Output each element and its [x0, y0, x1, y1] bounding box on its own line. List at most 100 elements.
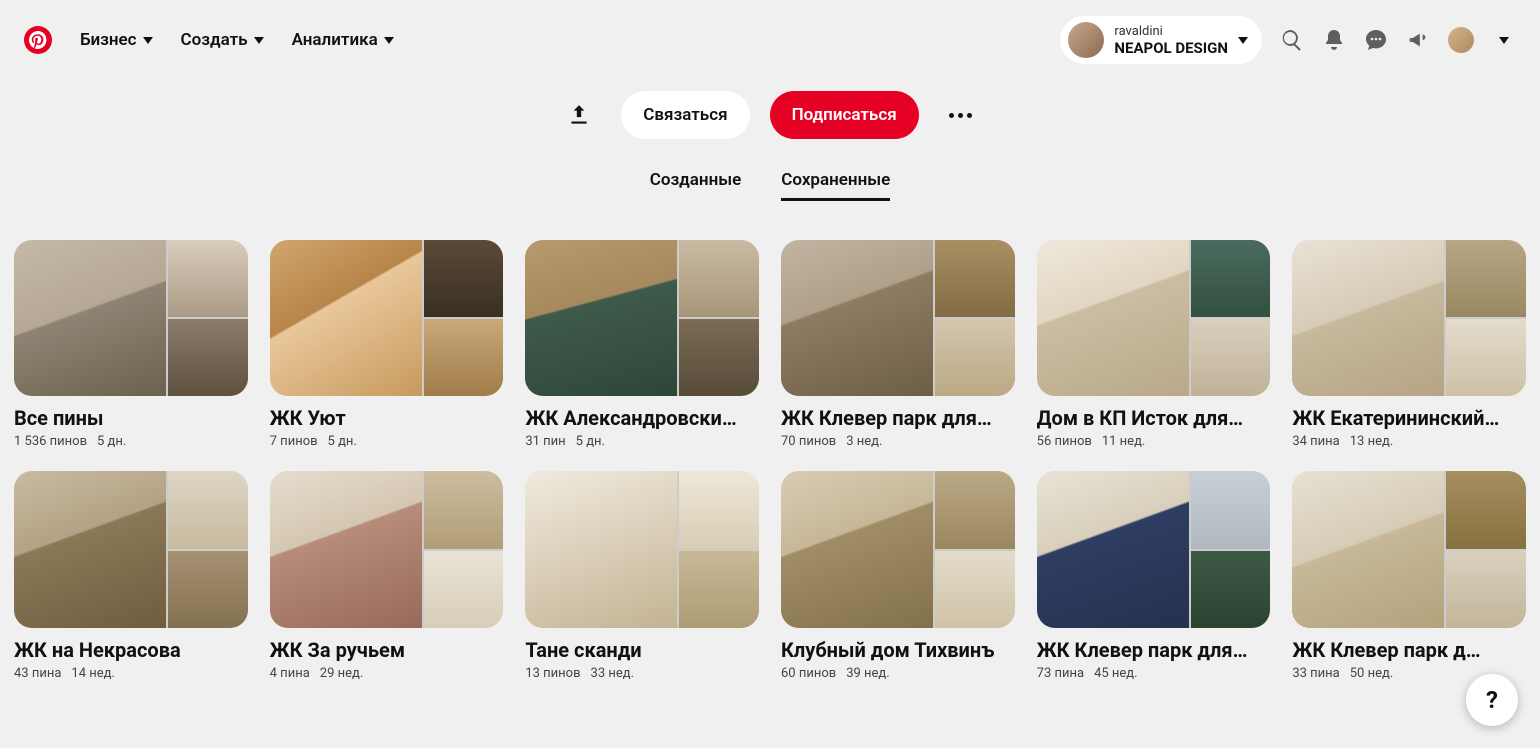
nav-create-label: Создать [181, 30, 248, 50]
board-thumbnail [781, 471, 1015, 627]
board-card[interactable]: ЖК Уют 7 пинов 5 дн. [270, 240, 504, 449]
help-button[interactable]: ? [1466, 674, 1518, 726]
nav-business-label: Бизнес [80, 30, 137, 50]
bell-icon[interactable] [1322, 28, 1346, 52]
board-thumbnail [781, 240, 1015, 396]
board-age: 5 дн. [576, 434, 605, 449]
chevron-down-icon [254, 37, 264, 44]
board-card[interactable]: ЖК За ручьем 4 пина 29 нед. [270, 471, 504, 680]
board-title: ЖК Клевер парк д… [1292, 638, 1526, 662]
board-pins: 73 пина [1037, 666, 1084, 681]
board-title: ЖК Уют [270, 406, 504, 430]
search-icon[interactable] [1280, 28, 1304, 52]
board-meta: 4 пина 29 нед. [270, 666, 504, 681]
profile-actions: Связаться Подписаться [0, 80, 1540, 150]
nav-create[interactable]: Создать [181, 30, 264, 50]
chevron-down-icon [1499, 37, 1509, 44]
board-title: Дом в КП Исток для… [1037, 406, 1271, 430]
board-meta: 31 пин 5 дн. [525, 434, 759, 449]
share-icon[interactable] [557, 93, 601, 137]
nav-analytics-label: Аналитика [292, 30, 378, 50]
board-title: Все пины [14, 406, 248, 430]
board-meta: 60 пинов 39 нед. [781, 666, 1015, 681]
board-pins: 70 пинов [781, 434, 836, 449]
account-avatar [1068, 22, 1104, 58]
tab-created[interactable]: Созданные [650, 170, 742, 198]
header-right: ravaldini NEAPOL DESIGN [1060, 16, 1516, 64]
board-card[interactable]: ЖК на Некрасова 43 пина 14 нед. [14, 471, 248, 680]
board-pins: 13 пинов [525, 666, 580, 681]
board-pins: 56 пинов [1037, 434, 1092, 449]
chevron-down-icon [384, 37, 394, 44]
board-age: 29 нед. [320, 666, 364, 681]
board-card[interactable]: Тане сканди 13 пинов 33 нед. [525, 471, 759, 680]
board-meta: 43 пина 14 нед. [14, 666, 248, 681]
more-icon[interactable] [939, 93, 983, 137]
board-thumbnail [14, 471, 248, 627]
nav-business[interactable]: Бизнес [80, 30, 153, 50]
board-pins: 1 536 пинов [14, 434, 87, 449]
board-title: ЖК За ручьем [270, 638, 504, 662]
board-card[interactable]: Клубный дом Тихвинъ 60 пинов 39 нед. [781, 471, 1015, 680]
board-title: Тане сканди [525, 638, 759, 662]
board-age: 45 нед. [1094, 666, 1138, 681]
board-title: ЖК на Некрасова [14, 638, 248, 662]
board-age: 13 нед. [1350, 434, 1394, 449]
board-age: 3 нед. [846, 434, 882, 449]
board-thumbnail [1292, 240, 1526, 396]
accounts-chevron-icon[interactable] [1492, 28, 1516, 52]
board-age: 5 дн. [328, 434, 357, 449]
board-age: 39 нед. [846, 666, 890, 681]
board-meta: 70 пинов 3 нед. [781, 434, 1015, 449]
board-thumbnail [525, 240, 759, 396]
tab-saved[interactable]: Сохраненные [781, 170, 890, 201]
board-age: 33 нед. [591, 666, 635, 681]
board-thumbnail [270, 240, 504, 396]
header-left: Бизнес Создать Аналитика [24, 26, 394, 54]
board-card[interactable]: ЖК Клевер парк для… 70 пинов 3 нед. [781, 240, 1015, 449]
board-thumbnail [1037, 240, 1271, 396]
account-switcher[interactable]: ravaldini NEAPOL DESIGN [1060, 16, 1262, 64]
boards-grid: Все пины 1 536 пинов 5 дн. ЖК Уют 7 пино… [0, 240, 1540, 681]
board-card[interactable]: ЖК Клевер парк для… 73 пина 45 нед. [1037, 471, 1271, 680]
board-title: ЖК Александровски… [525, 406, 759, 430]
board-age: 5 дн. [97, 434, 126, 449]
board-pins: 33 пина [1292, 666, 1339, 681]
chevron-down-icon [143, 37, 153, 44]
board-meta: 34 пина 13 нед. [1292, 434, 1526, 449]
board-meta: 7 пинов 5 дн. [270, 434, 504, 449]
board-card[interactable]: ЖК Александровски… 31 пин 5 дн. [525, 240, 759, 449]
account-brand: NEAPOL DESIGN [1114, 39, 1228, 57]
board-thumbnail [270, 471, 504, 627]
board-pins: 34 пина [1292, 434, 1339, 449]
board-meta: 73 пина 45 нед. [1037, 666, 1271, 681]
nav-analytics[interactable]: Аналитика [292, 30, 394, 50]
board-pins: 31 пин [525, 434, 565, 449]
profile-tabs: Созданные Сохраненные [0, 170, 1540, 210]
board-card[interactable]: ЖК Клевер парк д… 33 пина 50 нед. [1292, 471, 1526, 680]
board-age: 11 нед. [1102, 434, 1146, 449]
board-age: 50 нед. [1350, 666, 1394, 681]
board-card[interactable]: ЖК Екатерининский… 34 пина 13 нед. [1292, 240, 1526, 449]
board-pins: 43 пина [14, 666, 61, 681]
board-thumbnail [1037, 471, 1271, 627]
board-card[interactable]: Дом в КП Исток для… 56 пинов 11 нед. [1037, 240, 1271, 449]
board-meta: 1 536 пинов 5 дн. [14, 434, 248, 449]
board-title: ЖК Клевер парк для… [1037, 638, 1271, 662]
board-card[interactable]: Все пины 1 536 пинов 5 дн. [14, 240, 248, 449]
user-avatar-icon[interactable] [1448, 27, 1474, 53]
board-title: Клубный дом Тихвинъ [781, 638, 1015, 662]
chevron-down-icon [1238, 37, 1248, 44]
board-age: 14 нед. [71, 666, 115, 681]
board-thumbnail [525, 471, 759, 627]
message-icon[interactable] [1364, 28, 1388, 52]
pinterest-logo-icon[interactable] [24, 26, 52, 54]
subscribe-button[interactable]: Подписаться [770, 91, 919, 139]
board-pins: 7 пинов [270, 434, 318, 449]
board-title: ЖК Екатерининский… [1292, 406, 1526, 430]
megaphone-icon[interactable] [1406, 28, 1430, 52]
account-text: ravaldini NEAPOL DESIGN [1114, 24, 1228, 57]
board-pins: 4 пина [270, 666, 310, 681]
board-meta: 56 пинов 11 нед. [1037, 434, 1271, 449]
contact-button[interactable]: Связаться [621, 91, 749, 139]
